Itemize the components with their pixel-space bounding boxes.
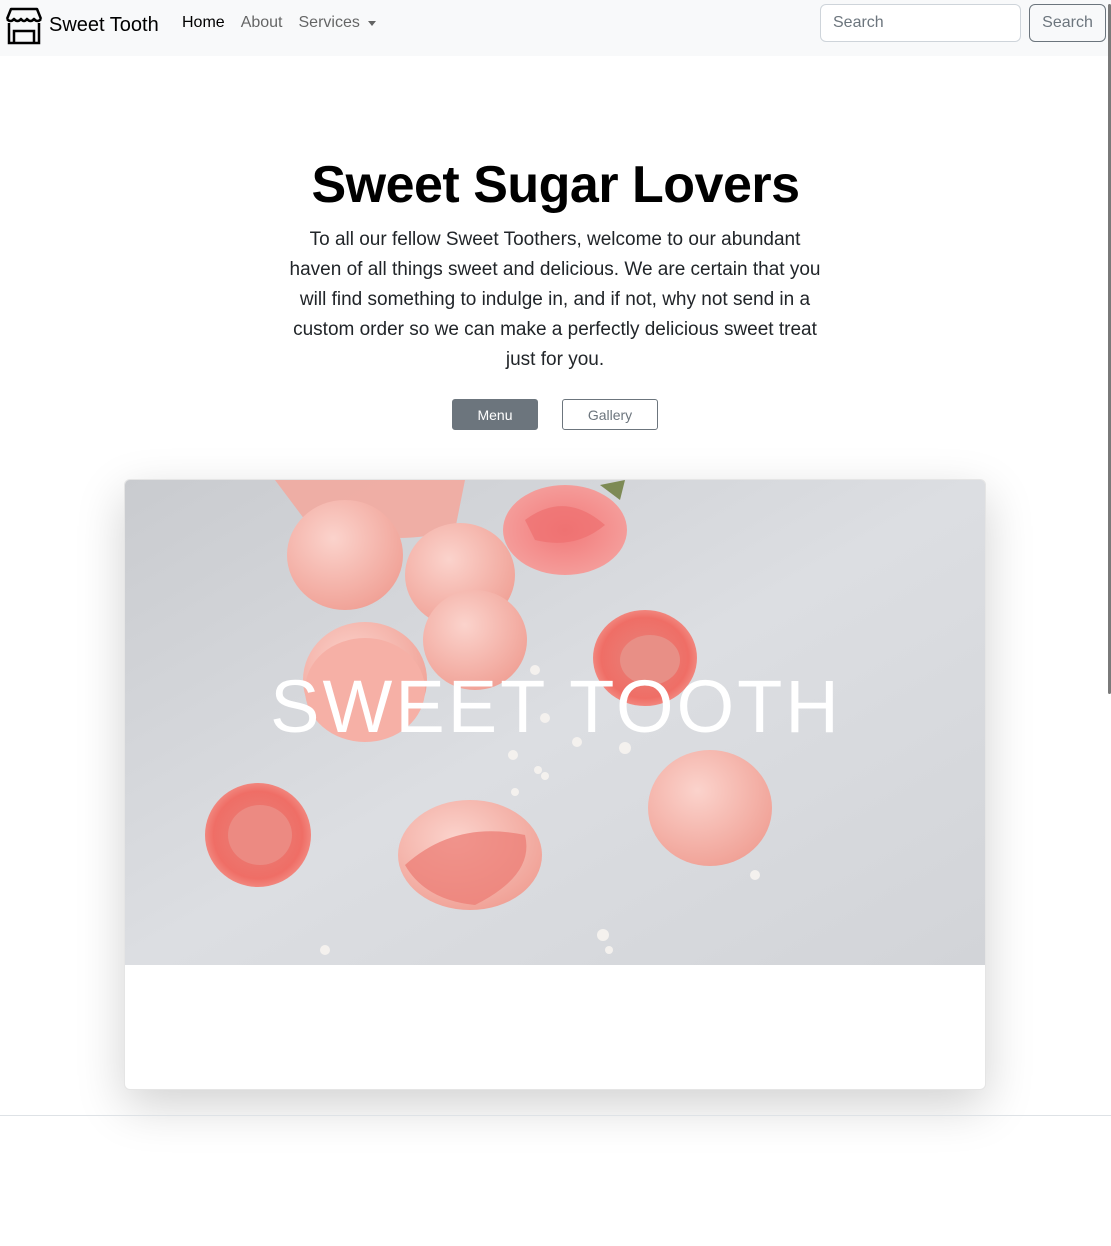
brand-name: Sweet Tooth (49, 14, 159, 36)
search-input[interactable] (820, 4, 1021, 42)
gallery-button[interactable]: Gallery (562, 399, 658, 430)
nav-about-link[interactable]: About (233, 14, 291, 32)
navbar: Sweet Tooth Home About Services Search (0, 0, 1111, 56)
hero-lead-text: To all our fellow Sweet Toothers, welcom… (289, 229, 821, 370)
brand-link[interactable]: Sweet Tooth (4, 4, 159, 46)
section-divider (0, 1115, 1111, 1116)
nav-services-dropdown[interactable]: Services (291, 14, 384, 32)
nav-links: Home About Services (174, 0, 384, 46)
shop-icon (5, 7, 43, 45)
menu-button[interactable]: Menu (452, 399, 538, 430)
featured-card: SWEET TOOTH (124, 479, 986, 1090)
nav-home-link[interactable]: Home (174, 14, 233, 32)
chevron-down-icon (367, 20, 376, 26)
nav-services-label: Services (298, 14, 360, 31)
image-overlay-title: SWEET TOOTH (270, 665, 842, 748)
search-button[interactable]: Search (1029, 4, 1106, 42)
page-title: Sweet Sugar Lovers (311, 156, 800, 214)
macaron-hero-image: SWEET TOOTH (125, 480, 985, 965)
